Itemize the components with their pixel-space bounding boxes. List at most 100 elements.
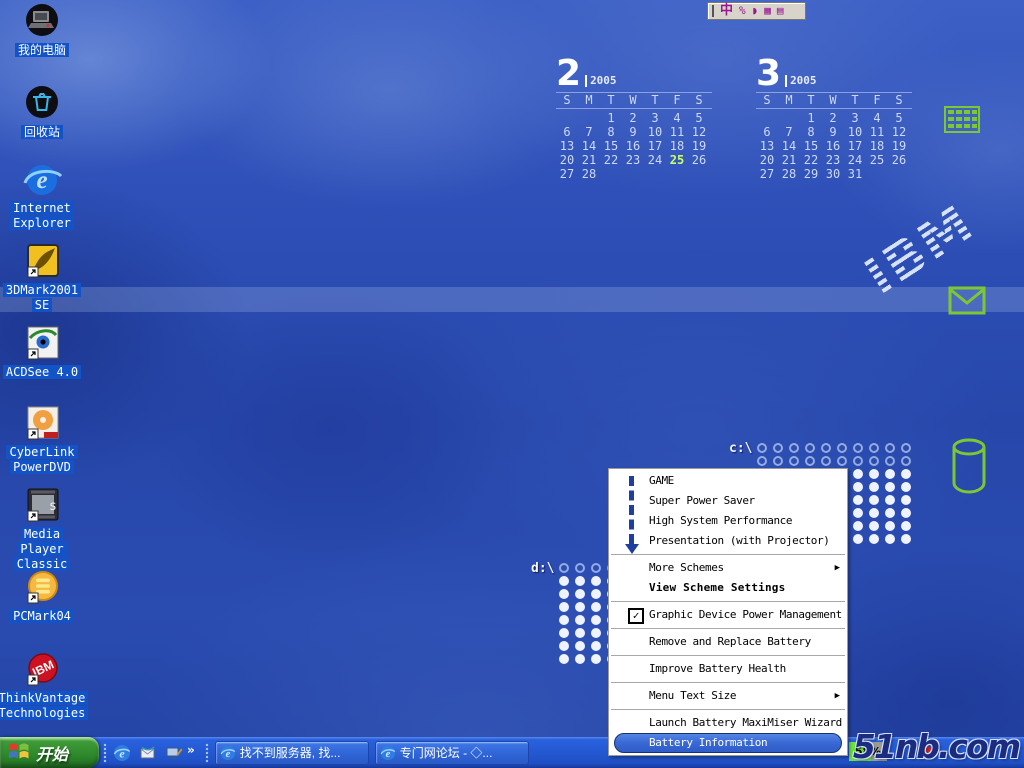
taskband-handle[interactable]: [205, 743, 209, 763]
calendar-day: 3: [844, 111, 866, 125]
ime-menu-icon[interactable]: ▤: [777, 4, 784, 18]
disk-dot-used: [575, 589, 585, 599]
disk-dot-free: [853, 443, 863, 453]
half-full-width-icon[interactable]: %: [739, 4, 746, 18]
calendar-grid: SMTWTFS123456789101112131415161718192021…: [556, 92, 712, 181]
calendar-weekday: S: [756, 93, 778, 108]
desktop-icon-label: ThinkVantage Technologies: [0, 691, 88, 721]
task-button-area: e找不到服务器, 找...e专门网论坛 - ◇...: [215, 741, 529, 765]
taskbar-task-1[interactable]: e找不到服务器, 找...: [215, 741, 369, 765]
desktop-icon-my-computer[interactable]: 我的电脑: [0, 2, 84, 58]
calendar-month-number: 3: [756, 59, 781, 89]
disk-dot-used: [591, 602, 601, 612]
calendar-day: 26: [688, 153, 710, 167]
quicklaunch-overflow-chevron[interactable]: »: [187, 743, 195, 757]
desktop-icon-acdsee-40[interactable]: ACDSee 4.0: [0, 324, 84, 380]
ime-mode-toggle[interactable]: 中: [720, 4, 733, 18]
desktop-icon-label: 回收站: [21, 125, 63, 140]
calendar-day: 5: [888, 111, 910, 125]
disk-dot-used: [575, 641, 585, 651]
calendar-day: [644, 167, 666, 181]
calendar-day: [666, 167, 688, 181]
menu-item-launch-battery-maximiser-wizard[interactable]: Launch Battery MaxiMiser Wizard: [609, 713, 847, 733]
calendar-week-row: 13141516171819: [756, 139, 912, 153]
disk-dot-used: [869, 508, 879, 518]
calendar-header: 32005: [756, 56, 912, 89]
disk-dot-free: [837, 443, 847, 453]
desktop-icon-recycle-bin[interactable]: 回收站: [0, 84, 84, 140]
menu-item-high-system-performance[interactable]: High System Performance: [609, 511, 847, 531]
desktop-icon-pcmark04[interactable]: PCMark04: [0, 568, 84, 624]
calendar-day: 22: [600, 153, 622, 167]
desktop-icon-thinkvantage-technologies[interactable]: IBMThinkVantage Technologies: [0, 650, 84, 721]
calendar-day: 27: [756, 167, 778, 181]
menu-item-game[interactable]: GAME: [609, 471, 847, 491]
disk-dot-free: [885, 443, 895, 453]
calendar-day: 17: [644, 139, 666, 153]
menu-item-more-schemes[interactable]: More Schemes▶: [609, 558, 847, 578]
disk-dot-free: [901, 443, 911, 453]
calendar-day: 20: [556, 153, 578, 167]
desktop-icon-3dmark2001-se[interactable]: 3DMark2001 SE: [0, 242, 84, 313]
calendar-day: [888, 167, 910, 181]
menu-item-super-power-saver[interactable]: Super Power Saver: [609, 491, 847, 511]
calendar-weekday: T: [644, 93, 666, 108]
calendar-day: 24: [844, 153, 866, 167]
disk-dot-used: [853, 534, 863, 544]
calendar-day: 13: [756, 139, 778, 153]
start-button[interactable]: 开始: [0, 737, 99, 768]
calendar-day: 15: [600, 139, 622, 153]
calendar-day: 13: [556, 139, 578, 153]
ie-icon[interactable]: e: [113, 744, 131, 762]
disk-dot-free: [773, 443, 783, 453]
calendar-day: 24: [644, 153, 666, 167]
menu-item-presentation-with-projector[interactable]: Presentation (with Projector): [609, 531, 847, 551]
submenu-arrow-icon: ▶: [835, 686, 840, 706]
menu-item-remove-and-replace-battery[interactable]: Remove and Replace Battery: [609, 632, 847, 652]
calendar-day: 11: [866, 125, 888, 139]
outlook-express-icon[interactable]: [139, 744, 157, 762]
calendar-week-row: 2728: [556, 167, 712, 181]
soft-keyboard-icon[interactable]: ▦: [764, 4, 771, 18]
checkbox-checked-icon: ✓: [628, 608, 644, 624]
disk-dot-used: [559, 654, 569, 664]
disk-dot-used: [559, 641, 569, 651]
calendar-day: 16: [622, 139, 644, 153]
calendar-month-number: 2: [556, 59, 581, 89]
disk-dot-used: [591, 615, 601, 625]
show-desktop-icon[interactable]: [165, 744, 183, 762]
disk-dot-used: [559, 602, 569, 612]
disk-dot-used: [853, 508, 863, 518]
calendar-header: 2 2005: [556, 56, 712, 89]
calendar-day: 10: [844, 125, 866, 139]
disk-dot-used: [885, 508, 895, 518]
calendar-day: 15: [800, 139, 822, 153]
disk-dot-free: [821, 443, 831, 453]
desktop: 中 % ◗ ▦ ▤ 2 2005 SMTWTFS123456789101112131415…: [0, 0, 1024, 768]
calendar-year: 2005: [585, 75, 617, 87]
calendar-day: [622, 167, 644, 181]
disk-dot-used: [853, 521, 863, 531]
menu-item-improve-battery-health[interactable]: Improve Battery Health: [609, 659, 847, 679]
disk-dot-used: [869, 482, 879, 492]
calendar-day-highlighted: 25: [666, 153, 688, 167]
menu-item-battery-information[interactable]: Battery Information: [614, 733, 842, 753]
task-button-label: 专门网论坛 - ◇...: [400, 744, 493, 761]
desktop-icon-label: ACDSee 4.0: [3, 365, 81, 380]
desktop-icon-cyberlink-powerdvd[interactable]: CyberLink PowerDVD: [0, 404, 84, 475]
disk-dot-used: [575, 602, 585, 612]
calendar-week-row: 20212223242526: [756, 153, 912, 167]
disk-dot-used: [901, 482, 911, 492]
taskbar-task-2[interactable]: e专门网论坛 - ◇...: [375, 741, 529, 765]
ime-toolbar[interactable]: 中 % ◗ ▦ ▤: [707, 2, 806, 20]
menu-item-graphic-device-power-management[interactable]: ✓Graphic Device Power Management: [609, 605, 847, 625]
desktop-icon-media-player-classic[interactable]: sMedia Player Classic: [0, 486, 84, 572]
menu-item-menu-text-size[interactable]: Menu Text Size▶: [609, 686, 847, 706]
calendar-week-row: 13141516171819: [556, 139, 712, 153]
punctuation-icon[interactable]: ◗: [752, 4, 759, 18]
disk-dot-used: [885, 495, 895, 505]
menu-item-view-scheme-settings[interactable]: View Scheme Settings: [609, 578, 847, 598]
quicklaunch-handle[interactable]: [103, 743, 107, 763]
calendar-day: 31: [844, 167, 866, 181]
desktop-icon-internet-explorer[interactable]: eInternet Explorer: [0, 160, 84, 231]
